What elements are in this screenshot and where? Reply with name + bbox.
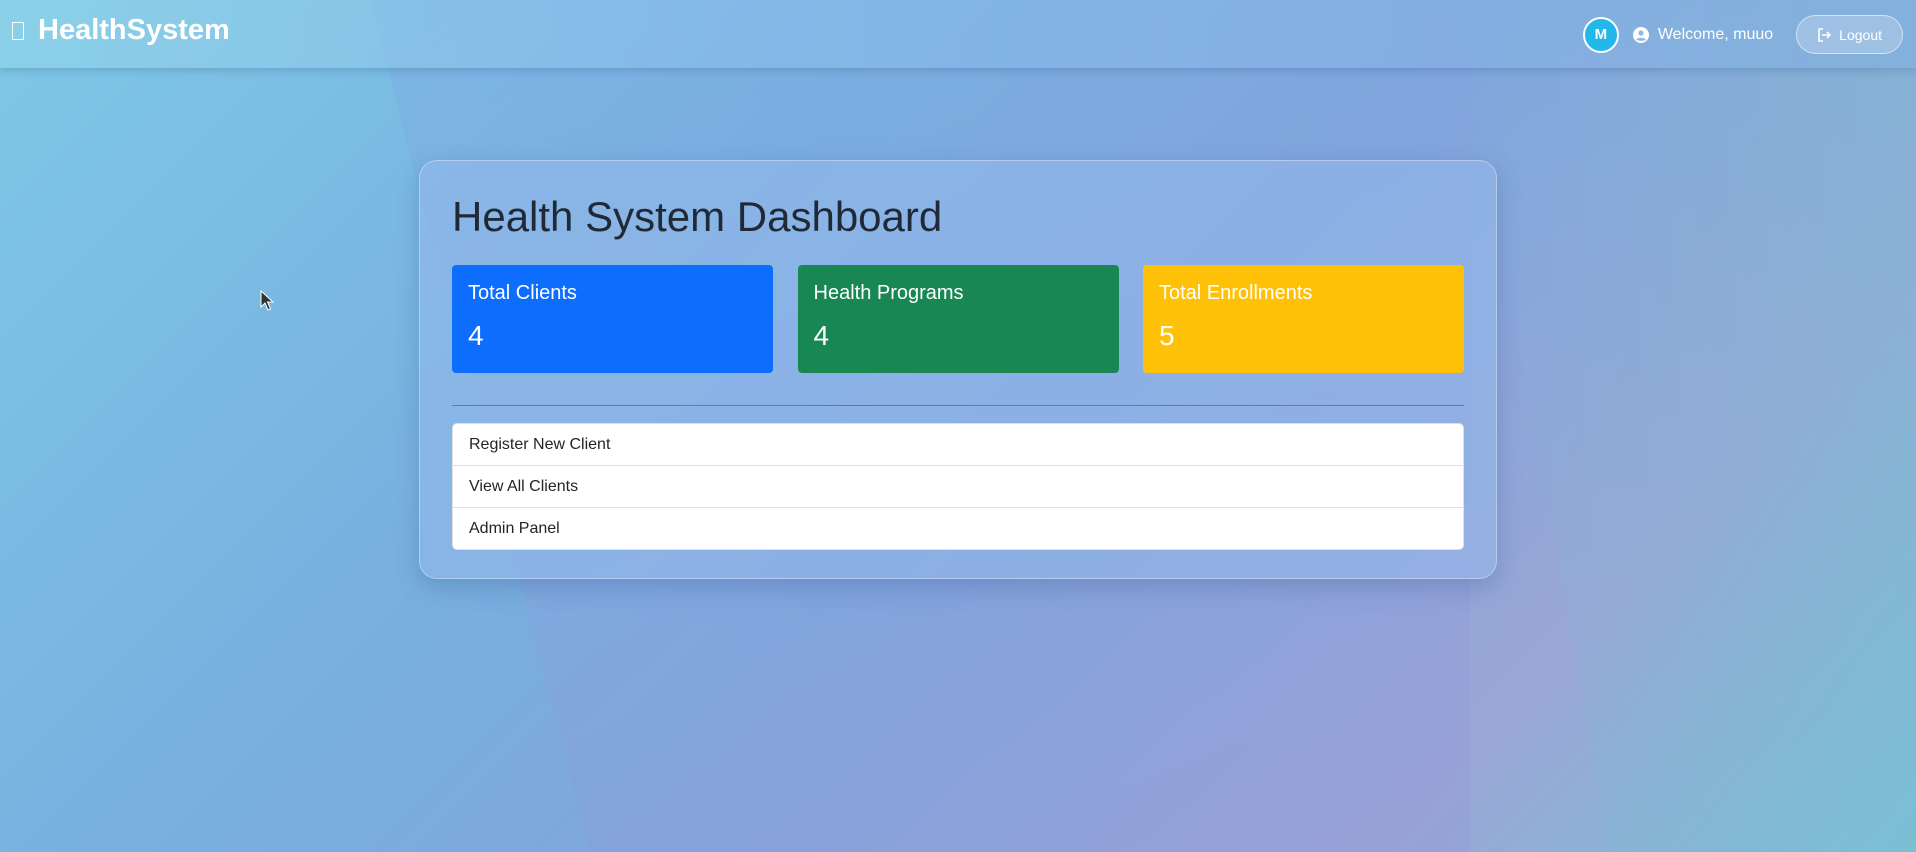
mouse-cursor-icon xyxy=(260,290,274,311)
action-list: Register New Client View All Clients Adm… xyxy=(452,423,1464,550)
user-area: M Welcome, muuo Logout xyxy=(1582,15,1903,54)
user-circle-icon xyxy=(1632,26,1649,43)
dashboard-card: Health System Dashboard Total Clients 4 … xyxy=(419,160,1497,579)
stat-label: Health Programs xyxy=(813,282,964,304)
admin-panel-link[interactable]: Admin Panel xyxy=(453,508,1463,549)
heart-pulse-icon xyxy=(12,21,24,40)
stat-value: 4 xyxy=(468,320,484,351)
logout-button[interactable]: Logout xyxy=(1796,15,1903,54)
stat-label: Total Enrollments xyxy=(1159,282,1313,304)
view-all-clients-link[interactable]: View All Clients xyxy=(453,466,1463,508)
register-new-client-link[interactable]: Register New Client xyxy=(453,424,1463,466)
avatar: M xyxy=(1582,16,1619,53)
welcome-text: Welcome, muuo xyxy=(1632,25,1774,44)
divider xyxy=(452,405,1464,406)
page-title: Health System Dashboard xyxy=(452,193,943,240)
brand-link[interactable]: HealthSystem xyxy=(12,14,230,47)
logout-label: Logout xyxy=(1839,26,1882,43)
stat-value: 4 xyxy=(813,320,830,351)
welcome-label: Welcome, muuo xyxy=(1657,25,1774,43)
navbar: HealthSystem M Welcome, muuo Logout xyxy=(0,0,1916,68)
stat-card-total-enrollments: Total Enrollments 5 xyxy=(1143,265,1464,373)
sign-out-icon xyxy=(1818,27,1832,42)
brand-name: HealthSystem xyxy=(38,14,230,46)
stat-value: 5 xyxy=(1159,320,1175,351)
stat-card-total-clients: Total Clients 4 xyxy=(452,265,773,373)
stats-row: Total Clients 4 Health Programs 4 Total … xyxy=(452,265,1464,373)
stat-card-health-programs: Health Programs 4 xyxy=(797,265,1119,373)
stat-label: Total Clients xyxy=(468,282,577,304)
